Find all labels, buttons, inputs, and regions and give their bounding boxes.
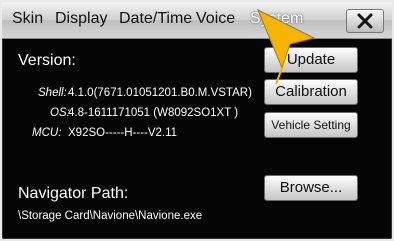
os-value: 4.8-1611171051 (W8092SO1XT ) bbox=[68, 107, 239, 119]
tab-date-time[interactable]: Date/Time bbox=[119, 10, 192, 28]
tab-skin[interactable]: Skin bbox=[12, 10, 43, 28]
close-button[interactable] bbox=[346, 9, 384, 33]
os-label: OS: bbox=[50, 107, 70, 119]
close-icon bbox=[357, 13, 373, 29]
vehicle-setting-button[interactable]: Vehicle Setting bbox=[264, 112, 358, 138]
mcu-value: X92SO-----H----V2.11 bbox=[68, 127, 178, 139]
shell-label: Shell: bbox=[38, 87, 67, 99]
navigator-path-label: Navigator Path: bbox=[18, 185, 129, 202]
tab-display[interactable]: Display bbox=[55, 10, 107, 28]
tab-voice[interactable]: Voice bbox=[196, 10, 235, 28]
screen-frame: Skin Display Date/Time Voice System Vers… bbox=[0, 0, 394, 241]
arrow-cursor-icon bbox=[257, 8, 316, 85]
tab-bar: Skin Display Date/Time Voice System bbox=[2, 2, 392, 39]
version-label: Version: bbox=[18, 52, 76, 69]
browse-button[interactable]: Browse... bbox=[264, 175, 358, 201]
settings-window: Skin Display Date/Time Voice System Vers… bbox=[2, 2, 392, 239]
shell-value: 4.1.0(7671.01051201.B0.M.VSTAR) bbox=[68, 87, 252, 99]
navigator-path-value: \Storage Card\Navione\Navione.exe bbox=[18, 210, 203, 222]
mcu-label: MCU: bbox=[32, 127, 62, 139]
